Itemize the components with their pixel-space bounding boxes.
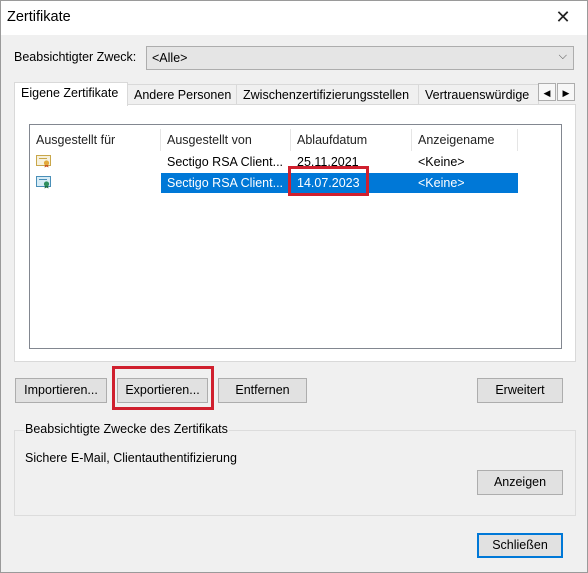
- certificate-icon: [36, 176, 51, 189]
- purpose-label: Beabsichtigter Zweck:: [14, 50, 137, 64]
- remove-button[interactable]: Entfernen: [218, 378, 307, 403]
- certificate-list[interactable]: Ausgestellt für Ausgestellt von Ablaufda…: [29, 124, 562, 349]
- tab-trusted[interactable]: Vertrauenswürdige: [418, 84, 539, 105]
- tab-scroll-left-icon[interactable]: ◀: [538, 83, 556, 101]
- cell-issued-by: Sectigo RSA Client...: [161, 173, 291, 193]
- window-title: Zertifikate: [7, 9, 71, 25]
- tab-panel: Ausgestellt für Ausgestellt von Ablaufda…: [14, 104, 576, 362]
- cell-expiration: 25.11.2021: [297, 155, 359, 169]
- cell-friendly-name: <Keine>: [418, 155, 465, 169]
- column-header-friendly-name[interactable]: Anzeigename: [412, 129, 518, 151]
- certificate-purposes-group: Beabsichtigte Zwecke des Zertifikats Sic…: [14, 422, 576, 516]
- column-header-issued-to[interactable]: Ausgestellt für: [30, 129, 161, 151]
- certificate-row[interactable]: Sectigo RSA Client... 25.11.2021 <Keine>: [30, 152, 561, 172]
- view-button[interactable]: Anzeigen: [477, 470, 563, 495]
- certificate-row-selected[interactable]: Sectigo RSA Client... 14.07.2023 <Keine>: [30, 173, 561, 193]
- column-header-issued-by[interactable]: Ausgestellt von: [161, 129, 291, 151]
- close-icon[interactable]: ✕: [551, 5, 575, 29]
- purposes-text: Sichere E-Mail, Clientauthentifizierung: [25, 451, 237, 465]
- tab-strip: Eigene Zertifikate Andere Personen Zwisc…: [14, 82, 577, 106]
- purpose-dropdown[interactable]: <Alle> ⌵: [146, 46, 574, 70]
- tab-scroll-right-icon[interactable]: ▶: [557, 83, 575, 101]
- tab-own-certificates[interactable]: Eigene Zertifikate: [14, 82, 128, 106]
- tab-other-people[interactable]: Andere Personen: [127, 84, 237, 105]
- export-button[interactable]: Exportieren...: [117, 378, 208, 403]
- advanced-button[interactable]: Erweitert: [477, 378, 563, 403]
- close-button[interactable]: Schließen: [477, 533, 563, 558]
- cell-expiration: 14.07.2023: [291, 173, 412, 193]
- column-header-expiration[interactable]: Ablaufdatum: [291, 129, 412, 151]
- purpose-dropdown-value: <Alle>: [152, 51, 188, 65]
- cell-issued-by: Sectigo RSA Client...: [167, 155, 284, 169]
- cell-issued-to: [30, 173, 161, 193]
- certificates-dialog: Zertifikate ✕ Beabsichtigter Zweck: <All…: [0, 0, 588, 573]
- cell-issued-to: [30, 152, 161, 172]
- group-title: Beabsichtigte Zwecke des Zertifikats: [24, 422, 229, 436]
- import-button[interactable]: Importieren...: [15, 378, 107, 403]
- title-bar: Zertifikate ✕: [1, 1, 587, 35]
- certificate-icon: [36, 155, 51, 168]
- tab-intermediate-cas[interactable]: Zwischenzertifizierungsstellen: [236, 84, 419, 105]
- cell-friendly-name: <Keine>: [412, 173, 518, 193]
- chevron-down-icon: ⌵: [558, 50, 567, 62]
